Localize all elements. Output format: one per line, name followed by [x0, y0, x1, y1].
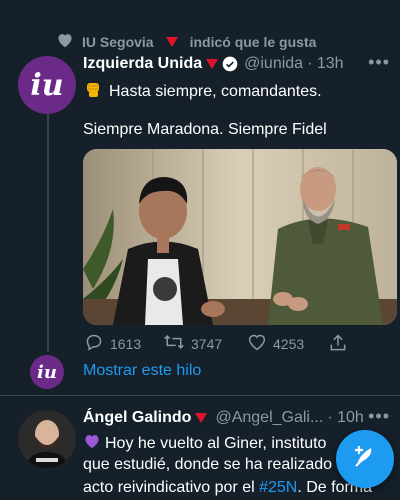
tweet2-text-line3: acto reivindicativo por el: [83, 479, 260, 496]
tweet-photo[interactable]: [83, 149, 397, 325]
tweet2-display-name[interactable]: Ángel Galindo: [83, 409, 191, 427]
social-context: IU Segovia indicó que le gusta: [56, 32, 316, 51]
tweet2-header: Ángel Galindo @Angel_Gali... · 10h: [83, 409, 364, 427]
thread-line: [47, 112, 49, 352]
tweet2-timestamp[interactable]: · 10h: [327, 409, 363, 427]
tweet-divider: [0, 395, 400, 396]
compose-tweet-button[interactable]: [336, 430, 394, 488]
verified-icon: [222, 55, 238, 73]
raised-fist-icon: [83, 79, 103, 104]
show-thread-link[interactable]: Mostrar este hilo: [83, 362, 201, 380]
tweet1-text-line2: Siempre Maradona. Siempre Fidel: [83, 121, 327, 138]
tweet1-header: Izquierda Unida @iunida · 13h: [83, 55, 344, 73]
display-name[interactable]: Izquierda Unida: [83, 55, 202, 73]
hashtag-link[interactable]: #25N: [259, 479, 297, 496]
angel-galindo-avatar[interactable]: [18, 410, 76, 468]
like-button[interactable]: 4253: [247, 333, 304, 354]
reply-count: 1613: [110, 335, 142, 352]
liked-by-user[interactable]: IU Segovia: [82, 34, 154, 50]
tweet2-text-line1: Hoy he vuelto al Giner, instituto: [105, 434, 327, 452]
tweet2-line1: Hoy he vuelto al Giner, instituto: [83, 433, 326, 454]
liked-by-text: indicó que le gusta: [189, 33, 317, 50]
tweet2-more-options-icon[interactable]: •••: [368, 406, 390, 427]
tweet2-text-line2: que estudié, donde se ha realizado: [83, 456, 333, 473]
share-icon: [328, 333, 348, 356]
reply-icon: [84, 333, 104, 354]
tweet2-handle[interactable]: @Angel_Gali...: [215, 409, 323, 427]
retweet-button[interactable]: 3747: [163, 333, 222, 354]
tweet2-line3: acto reivindicativo por el #25N. De form…: [83, 479, 372, 497]
avatar-logo-text: iu: [30, 67, 64, 103]
thread-avatar[interactable]: iu: [30, 355, 64, 389]
heart-icon: [56, 32, 74, 51]
tweet1-line1: Hasta siempre, comandantes.: [83, 79, 322, 104]
izquierda-unida-avatar[interactable]: iu: [18, 56, 76, 114]
retweet-count: 3747: [191, 335, 223, 352]
like-count: 4253: [273, 335, 305, 352]
heart-outline-icon: [247, 333, 267, 354]
red-triangle-icon: [165, 36, 178, 47]
thread-avatar-logo-text: iu: [37, 361, 57, 383]
purple-heart-icon: [83, 433, 101, 454]
compose-feather-icon: [351, 443, 379, 476]
share-button[interactable]: [328, 333, 348, 356]
timestamp[interactable]: · 13h: [307, 55, 343, 73]
more-options-icon[interactable]: •••: [368, 52, 390, 73]
handle[interactable]: @iunida: [244, 55, 303, 73]
tweet1-text-line1: Hasta siempre, comandantes.: [109, 82, 322, 100]
red-triangle-icon: [195, 413, 208, 423]
retweet-icon: [163, 333, 185, 354]
reply-button[interactable]: 1613: [84, 333, 141, 354]
red-triangle-icon: [206, 59, 219, 69]
